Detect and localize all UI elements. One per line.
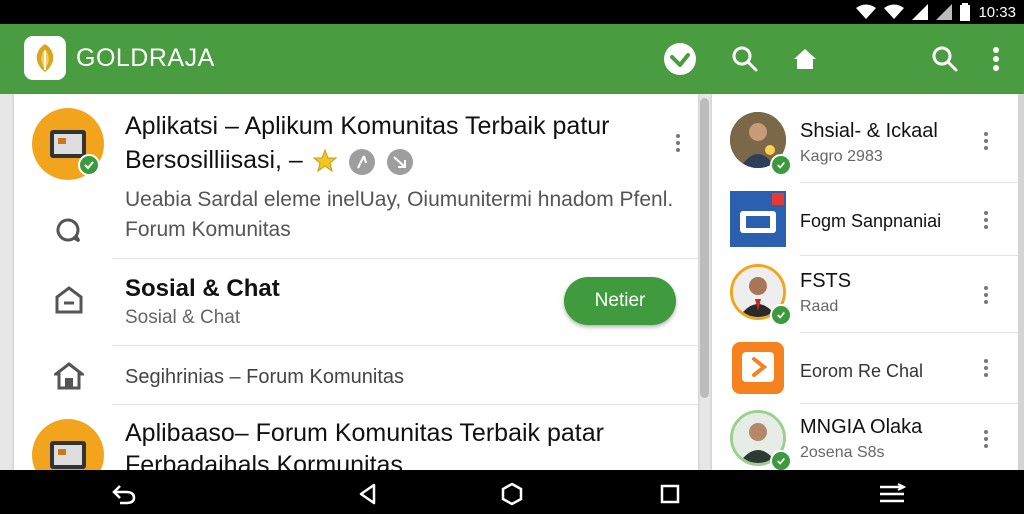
item-title: FSTS (800, 270, 852, 292)
leaf-logo-icon (24, 36, 66, 80)
list-item[interactable]: MNGIA Olaka 2osena S8s (712, 404, 1018, 470)
chat-bubble-icon (56, 218, 81, 243)
status-time: 10:33 (978, 3, 1016, 21)
list-item[interactable]: Aplikatsi – Aplikum Komunitas Terbaik pa… (14, 94, 698, 258)
badge-icon (349, 149, 375, 175)
scrollbar[interactable] (1018, 94, 1024, 470)
home-outline-icon (55, 286, 83, 314)
item-title: MNGIA Olaka (800, 416, 923, 438)
menu-nav-button[interactable] (872, 474, 912, 514)
badge-icon (387, 149, 413, 175)
app-list-panel: Aplikatsi – Aplikum Komunitas Terbaik pa… (14, 94, 698, 470)
overflow-menu-button[interactable] (978, 41, 1014, 77)
item-menu-button[interactable] (976, 282, 996, 308)
tablet-icon (50, 441, 86, 469)
item-menu-button[interactable] (976, 128, 996, 154)
home-icon (794, 49, 816, 69)
signal-icon (912, 4, 929, 20)
recents-button[interactable] (650, 474, 690, 514)
back-arrow-icon (112, 485, 136, 505)
home-button[interactable] (787, 41, 823, 77)
list-item[interactable]: Segihrinias – Forum Komunitas (14, 346, 698, 404)
open-button[interactable]: Netier (564, 277, 676, 325)
item-menu-button[interactable] (976, 426, 996, 452)
item-menu-button[interactable] (668, 130, 688, 156)
navigation-bar (0, 470, 1024, 512)
more-vert-icon (993, 47, 999, 71)
item-title-2: Bersosilliisasi, – (125, 146, 303, 174)
home-icon (54, 362, 84, 390)
triangle-back-icon (359, 483, 376, 505)
item-title: Sosial & Chat (125, 275, 280, 302)
signal-icon (936, 4, 953, 20)
list-item[interactable]: Shsial- & Ickaal Kagro 2983 (712, 94, 1018, 182)
verified-check-icon (770, 304, 792, 326)
square-recents-icon (660, 484, 680, 504)
menu-icon (880, 483, 906, 503)
item-title: Aplibaaso– Forum Komunitas Terbaik patar (125, 419, 604, 447)
item-subtitle: Kagro 2983 (800, 148, 883, 165)
app-bar: GOLDRAJA (0, 24, 1024, 94)
check-circle-icon (664, 43, 696, 75)
item-title: Fogm Sanpnaniai (800, 211, 942, 231)
verified-check-icon (770, 154, 792, 176)
item-menu-button[interactable] (976, 207, 996, 233)
item-title-2: Ferbadaihals Kormunitas (125, 451, 403, 470)
wifi-icon (856, 4, 877, 19)
scrollbar[interactable] (700, 98, 709, 398)
verified-check-icon (770, 450, 792, 470)
item-category: Forum Komunitas (125, 218, 291, 241)
item-title: Eorom Re Chal (800, 361, 924, 381)
search-button[interactable] (727, 41, 763, 77)
list-item[interactable]: Aplibaaso– Forum Komunitas Terbaik patar… (14, 405, 698, 470)
hexagon-home-icon (501, 482, 523, 506)
battery-icon (960, 3, 971, 21)
wifi-icon (884, 4, 905, 19)
item-menu-button[interactable] (976, 355, 996, 381)
list-item[interactable]: Eorom Re Chal (712, 333, 1018, 403)
app-title: GOLDRAJA (76, 44, 215, 72)
list-item[interactable]: Fogm Sanpnaniai (712, 183, 1018, 255)
content-area: Aplikatsi – Aplikum Komunitas Terbaik pa… (0, 94, 1024, 470)
search-icon (932, 46, 958, 72)
back-button[interactable] (104, 474, 144, 514)
search-button-2[interactable] (927, 41, 963, 77)
play-app-icon (730, 340, 786, 396)
item-subtitle: Raad (800, 298, 839, 315)
back-triangle-button[interactable] (348, 474, 388, 514)
verified-check-icon (78, 154, 100, 176)
recommendation-panel: Shsial- & Ickaal Kagro 2983 Fogm Sanpnan… (712, 94, 1018, 470)
app-avatar (32, 419, 104, 470)
app-icon (730, 191, 786, 247)
item-subtitle: Sosial & Chat (125, 307, 241, 328)
home-nav-button[interactable] (492, 474, 532, 514)
list-item[interactable]: FSTS Raad (712, 256, 1018, 332)
status-bar: 10:33 (0, 0, 1024, 24)
item-subtitle: 2osena S8s (800, 444, 885, 461)
star-icon (312, 148, 338, 173)
search-icon (732, 46, 758, 72)
item-text: Segihrinias – Forum Komunitas (125, 366, 405, 388)
item-description: Ueabia Sardal eleme inelUay, Oiumuniterm… (125, 188, 674, 211)
item-title: Aplikatsi – Aplikum Komunitas Terbaik pa… (125, 112, 610, 140)
item-title: Shsial- & Ickaal (800, 120, 938, 142)
check-circle-button[interactable] (662, 41, 698, 77)
